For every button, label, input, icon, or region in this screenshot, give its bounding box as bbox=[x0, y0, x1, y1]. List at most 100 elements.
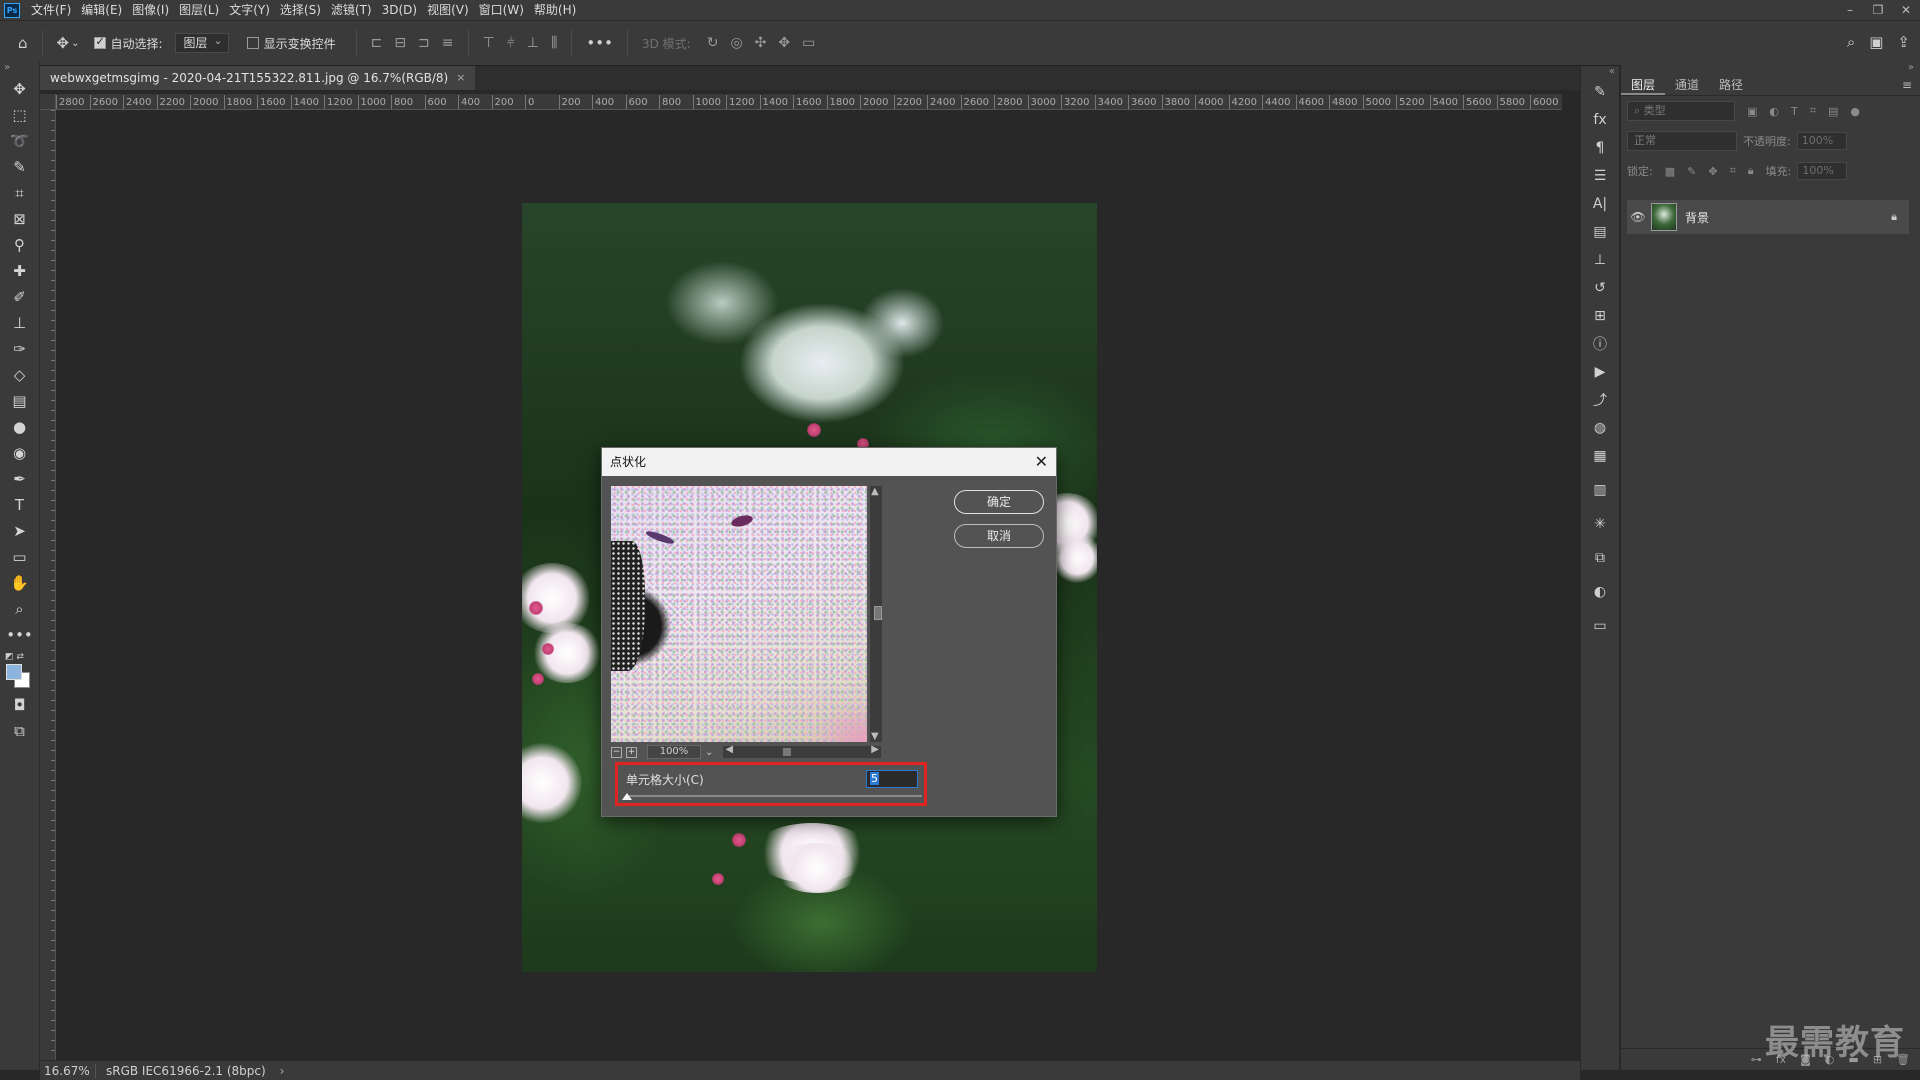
vertical-ruler[interactable] bbox=[40, 110, 56, 1060]
layer-kind-filter[interactable]: ⌕ 类型 bbox=[1627, 101, 1735, 121]
distribute-icon[interactable]: ≡ bbox=[442, 35, 454, 51]
rectangle-tool-icon[interactable]: ▭ bbox=[0, 544, 39, 570]
cancel-button[interactable]: 取消 bbox=[954, 524, 1044, 548]
cell-size-input[interactable]: 5 bbox=[866, 770, 918, 788]
gradient-tool-icon[interactable]: ▤ bbox=[0, 388, 39, 414]
close-window-button[interactable]: ✕ bbox=[1892, 0, 1920, 20]
scroll-left-icon[interactable]: ◀ bbox=[725, 744, 733, 755]
lock-pixels-icon[interactable]: ✎ bbox=[1687, 165, 1696, 178]
tab-paths[interactable]: 路径 bbox=[1709, 74, 1753, 95]
chevron-down-icon[interactable]: ⌄ bbox=[705, 747, 713, 758]
menu-select[interactable]: 选择(S) bbox=[275, 0, 326, 20]
lock-all-icon[interactable]: 🔒︎ bbox=[1748, 164, 1754, 178]
3d-orbit-icon[interactable]: ↻ bbox=[707, 35, 719, 51]
align-left-icon[interactable]: ⊏ bbox=[371, 35, 383, 51]
crop-tool-icon[interactable]: ⌗ bbox=[0, 180, 39, 206]
zoom-level[interactable]: 16.67% bbox=[40, 1063, 96, 1078]
align-right-icon[interactable]: ⊐ bbox=[418, 35, 430, 51]
pen-tool-icon[interactable]: ✒ bbox=[0, 466, 39, 492]
collapse-panel-icon[interactable]: » bbox=[1621, 62, 1920, 74]
menu-3d[interactable]: 3D(D) bbox=[377, 0, 422, 20]
dodge-tool-icon[interactable]: ◉ bbox=[0, 440, 39, 466]
styles-icon[interactable]: fx bbox=[1581, 106, 1619, 134]
blur-tool-icon[interactable]: ● bbox=[0, 414, 39, 440]
screen-mode-icon[interactable]: ⧉ bbox=[0, 718, 39, 744]
3d-slide-icon[interactable]: ✥ bbox=[778, 35, 790, 51]
menu-view[interactable]: 视图(V) bbox=[422, 0, 474, 20]
history-brush-tool-icon[interactable]: ✑ bbox=[0, 336, 39, 362]
foreground-color-swatch[interactable] bbox=[6, 664, 22, 680]
lock-transparent-icon[interactable]: ▩ bbox=[1665, 165, 1675, 178]
brush-tool-icon[interactable]: ✐ bbox=[0, 284, 39, 310]
home-icon[interactable]: ⌂ bbox=[18, 34, 28, 52]
tab-layers[interactable]: 图层 bbox=[1621, 74, 1666, 95]
filter-preview[interactable] bbox=[611, 486, 867, 742]
properties-icon[interactable]: ⊞ bbox=[1581, 302, 1619, 330]
align-top-icon[interactable]: ⊤ bbox=[483, 35, 495, 51]
dialog-title-bar[interactable]: 点状化 ✕ bbox=[602, 448, 1056, 476]
more-tools-icon[interactable]: ••• bbox=[0, 622, 39, 648]
swatches-icon[interactable]: ▭ bbox=[1581, 612, 1619, 640]
scroll-thumb[interactable] bbox=[874, 606, 882, 620]
menu-window[interactable]: 窗口(W) bbox=[474, 0, 529, 20]
align-middle-icon[interactable]: ⫩ bbox=[507, 35, 515, 51]
photoshop-logo[interactable]: Ps bbox=[4, 2, 20, 18]
ruler-origin[interactable] bbox=[40, 94, 56, 110]
brush-settings-icon[interactable]: ✎ bbox=[1581, 78, 1619, 106]
clone-source-icon[interactable]: ⊥ bbox=[1581, 246, 1619, 274]
hand-tool-icon[interactable]: ✋ bbox=[0, 570, 39, 596]
menu-help[interactable]: 帮助(H) bbox=[529, 0, 581, 20]
filter-type-icon[interactable]: T bbox=[1791, 105, 1798, 118]
glyph-icon[interactable]: ✳ bbox=[1581, 510, 1619, 538]
filter-adjustment-icon[interactable]: ◐ bbox=[1769, 105, 1779, 118]
3d-pan-icon[interactable]: ✣ bbox=[755, 35, 767, 51]
tab-channels[interactable]: 通道 bbox=[1665, 74, 1709, 95]
show-transform-checkbox[interactable] bbox=[246, 37, 259, 49]
eraser-tool-icon[interactable]: ◇ bbox=[0, 362, 39, 388]
eyedropper-tool-icon[interactable]: ⚲ bbox=[0, 232, 39, 258]
align-center-icon[interactable]: ⊟ bbox=[394, 35, 406, 51]
layer-row[interactable]: 👁︎ 背景 🔒︎ bbox=[1627, 200, 1909, 234]
stamp-tool-icon[interactable]: ⊥ bbox=[0, 310, 39, 336]
collapse-panels-icon[interactable]: « bbox=[1581, 66, 1619, 78]
dialog-close-icon[interactable]: ✕ bbox=[1035, 448, 1048, 476]
3d-icon[interactable]: ◍ bbox=[1581, 414, 1619, 442]
minimize-button[interactable]: – bbox=[1836, 0, 1864, 20]
document-tab[interactable]: webwxgetmsgimg - 2020-04-21T155322.811.j… bbox=[40, 66, 476, 90]
search-icon[interactable]: ⌕ bbox=[1847, 33, 1855, 51]
filter-smart-object-icon[interactable]: ▤ bbox=[1828, 105, 1838, 118]
lock-position-icon[interactable]: ✥ bbox=[1708, 165, 1717, 178]
preview-zoom-value[interactable]: 100% bbox=[647, 745, 701, 759]
quick-mask-icon[interactable]: ◘ bbox=[0, 692, 39, 718]
opacity-input[interactable]: 100% bbox=[1796, 132, 1847, 150]
filter-pixel-icon[interactable]: ▣ bbox=[1747, 105, 1757, 118]
lock-artboard-icon[interactable]: ⌗ bbox=[1730, 164, 1736, 178]
close-document-icon[interactable]: × bbox=[456, 66, 465, 90]
auto-select-target-dropdown[interactable]: 图层 bbox=[174, 32, 229, 53]
type-tool-icon[interactable]: T bbox=[0, 492, 39, 518]
menu-file[interactable]: 文件(F) bbox=[26, 0, 76, 20]
paragraph-icon[interactable]: ¶ bbox=[1581, 134, 1619, 162]
horizontal-ruler[interactable]: 2800 2600 2400 2200 2000 1800 1600 1400 1200 1000… bbox=[56, 94, 1562, 110]
ok-button[interactable]: 确定 bbox=[954, 490, 1044, 514]
history-icon[interactable]: ↺ bbox=[1581, 274, 1619, 302]
paths-icon[interactable]: ⤴ bbox=[1581, 386, 1619, 414]
marquee-tool-icon[interactable]: ⬚ bbox=[0, 102, 39, 128]
menu-image[interactable]: 图像(I) bbox=[127, 0, 174, 20]
auto-select-checkbox[interactable] bbox=[93, 35, 106, 49]
healing-brush-tool-icon[interactable]: ✚ bbox=[0, 258, 39, 284]
cell-size-slider-thumb[interactable] bbox=[622, 793, 632, 800]
link-layers-icon[interactable]: ⊶ bbox=[1751, 1053, 1762, 1066]
zoom-tool-icon[interactable]: ⌕ bbox=[0, 596, 39, 622]
more-options-icon[interactable]: ••• bbox=[586, 34, 613, 52]
move-tool-icon[interactable]: ✥ bbox=[57, 34, 70, 52]
eye-icon[interactable]: 👁︎ bbox=[1627, 210, 1649, 224]
menu-layer[interactable]: 图层(L) bbox=[174, 0, 224, 20]
chevron-down-icon[interactable]: ⌄ bbox=[71, 38, 79, 49]
scroll-up-icon[interactable]: ▲ bbox=[871, 486, 879, 497]
align-bottom-icon[interactable]: ⊥ bbox=[527, 35, 539, 51]
info-icon[interactable]: ⓘ bbox=[1581, 330, 1619, 358]
workspace-icon[interactable]: ▣ bbox=[1869, 33, 1883, 51]
table-icon[interactable]: ▦ bbox=[1581, 442, 1619, 470]
3d-roll-icon[interactable]: ◎ bbox=[730, 35, 742, 51]
